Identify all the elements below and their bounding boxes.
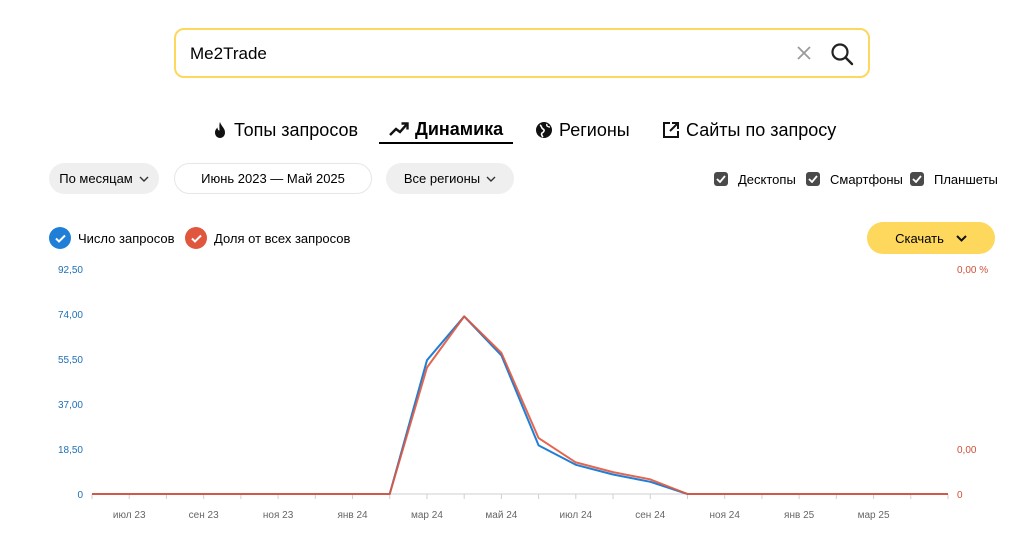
download-button[interactable]: Скачать <box>867 222 995 254</box>
tab-sites[interactable]: Сайты по запросу <box>662 116 836 144</box>
region-label: Все регионы <box>403 171 481 186</box>
clear-icon[interactable] <box>796 45 812 61</box>
series-line-share <box>92 315 948 495</box>
device-label: Планшеты <box>934 171 998 187</box>
x-axis-tick-label: сен 23 <box>189 510 219 521</box>
search-icon[interactable] <box>830 42 854 66</box>
device-label: Десктопы <box>738 171 796 187</box>
trend-icon <box>389 122 409 136</box>
device-desktop-checkbox[interactable]: Десктопы <box>714 171 796 187</box>
checkbox-checked-icon <box>806 172 820 186</box>
x-axis-tick-label: мар 25 <box>858 510 890 521</box>
line-chart: 92,50 74,00 55,50 37,00 18,50 0 0,00 % 0,00 0 июл… <box>58 265 988 521</box>
left-axis-tick-label: 55,50 <box>58 355 83 366</box>
legend-share-toggle[interactable]: Доля от всех запросов <box>185 226 350 250</box>
chevron-down-icon <box>486 176 496 182</box>
check-icon <box>185 227 207 249</box>
series-line-requests <box>92 315 948 495</box>
checkbox-checked-icon <box>714 172 728 186</box>
tab-bar: Топы запросов Динамика Регионы Сайты по … <box>0 116 1024 146</box>
search-input[interactable]: Me2Trade <box>190 44 267 64</box>
device-tablet-checkbox[interactable]: Планшеты <box>910 171 998 187</box>
period-label: По месяцам <box>59 171 133 186</box>
search-box[interactable]: Me2Trade <box>174 28 870 78</box>
left-axis-tick-label: 37,00 <box>58 400 83 411</box>
tab-label: Динамика <box>415 118 504 139</box>
x-axis-tick-label: ноя 24 <box>709 510 740 521</box>
x-axis-tick-label: май 24 <box>485 510 517 521</box>
globe-icon <box>536 122 552 138</box>
x-axis-tick-label: июл 24 <box>560 510 593 521</box>
tab-label: Топы запросов <box>234 119 359 140</box>
checkbox-checked-icon <box>910 172 924 186</box>
fire-icon <box>215 122 225 138</box>
device-smartphone-checkbox[interactable]: Смартфоны <box>806 171 903 187</box>
tab-regions[interactable]: Регионы <box>535 116 630 144</box>
right-axis-tick-label: 0,00 <box>957 445 977 456</box>
x-axis-tick-label: янв 24 <box>337 510 368 521</box>
device-label: Смартфоны <box>830 171 903 187</box>
check-icon <box>49 227 71 249</box>
region-select[interactable]: Все регионы <box>386 163 514 194</box>
legend-label: Число запросов <box>78 230 175 246</box>
tab-top-queries[interactable]: Топы запросов <box>212 116 358 144</box>
tab-label: Сайты по запросу <box>686 119 837 140</box>
chevron-down-icon <box>139 176 149 182</box>
external-link-icon <box>663 122 679 138</box>
legend-requests-toggle[interactable]: Число запросов <box>49 226 174 250</box>
x-axis-tick-label: июл 23 <box>113 510 146 521</box>
x-axis-tick-label: мар 24 <box>411 510 443 521</box>
tab-label: Регионы <box>559 119 630 140</box>
right-axis-tick-label: 0 <box>957 490 963 501</box>
x-axis-tick-label: янв 25 <box>784 510 815 521</box>
legend-label: Доля от всех запросов <box>214 230 351 246</box>
x-axis-tick-label: ноя 23 <box>263 510 294 521</box>
left-axis-tick-label: 18,50 <box>58 445 83 456</box>
chevron-down-icon <box>956 234 967 242</box>
left-axis-tick-label: 74,00 <box>58 310 83 321</box>
date-range-label: Июнь 2023 — Май 2025 <box>201 171 345 186</box>
download-label: Скачать <box>895 230 944 246</box>
x-axis-tick-label: сен 24 <box>635 510 665 521</box>
period-select[interactable]: По месяцам <box>49 163 159 194</box>
left-axis-tick-label: 0 <box>77 490 83 501</box>
right-axis-tick-label: 0,00 % <box>957 265 988 276</box>
tab-dynamics[interactable]: Динамика <box>379 116 514 144</box>
left-axis-tick-label: 92,50 <box>58 265 83 276</box>
date-range-picker[interactable]: Июнь 2023 — Май 2025 <box>174 163 372 194</box>
